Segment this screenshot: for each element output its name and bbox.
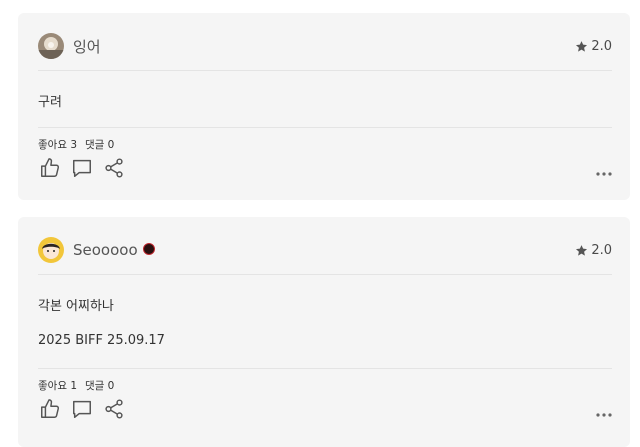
divider [38, 368, 612, 369]
review-actions [38, 158, 612, 182]
share-button[interactable] [102, 399, 126, 423]
review-stats: 좋아요 3 댓글 0 [38, 137, 114, 152]
review-card: Seooooo 2.0 각본 어찌하나 2025 BIFF 25.09.17 좋… [18, 217, 630, 447]
more-icon [596, 402, 612, 421]
divider [38, 274, 612, 275]
rating: 2.0 [575, 243, 612, 258]
review-text: 각본 어찌하나 [38, 299, 114, 314]
avatar[interactable] [38, 237, 64, 263]
like-button[interactable] [38, 399, 62, 423]
like-button[interactable] [38, 158, 62, 182]
review-header: Seooooo 2.0 [38, 236, 612, 264]
thumbs-up-icon [39, 157, 61, 183]
more-button[interactable] [596, 161, 612, 180]
comment-icon [71, 157, 93, 183]
rating-value: 2.0 [591, 38, 612, 54]
more-icon [596, 161, 612, 180]
share-icon [103, 157, 125, 183]
comment-button[interactable] [70, 158, 94, 182]
review-card: 잉어 2.0 구려 좋아요 3 댓글 0 [18, 13, 630, 200]
likes-count: 좋아요 1 [38, 380, 77, 392]
rating: 2.0 [575, 39, 612, 54]
review-text: 2025 BIFF 25.09.17 [38, 333, 165, 348]
review-stats: 좋아요 1 댓글 0 [38, 378, 114, 393]
rating-value: 2.0 [591, 242, 612, 258]
review-header: 잉어 2.0 [38, 32, 612, 60]
username[interactable]: Seooooo [73, 241, 138, 259]
share-icon [103, 398, 125, 424]
review-actions [38, 399, 612, 423]
share-button[interactable] [102, 158, 126, 182]
likes-count: 좋아요 3 [38, 139, 77, 151]
thumbs-up-icon [39, 398, 61, 424]
divider [38, 127, 612, 128]
more-button[interactable] [596, 402, 612, 421]
comment-button[interactable] [70, 399, 94, 423]
user-badge-icon [142, 243, 155, 255]
star-icon [575, 40, 588, 53]
username[interactable]: 잉어 [73, 36, 101, 57]
avatar[interactable] [38, 33, 64, 59]
star-icon [575, 244, 588, 257]
comment-icon [71, 398, 93, 424]
divider [38, 70, 612, 71]
comments-count: 댓글 0 [85, 139, 115, 151]
review-text: 구려 [38, 95, 62, 110]
comments-count: 댓글 0 [85, 380, 115, 392]
